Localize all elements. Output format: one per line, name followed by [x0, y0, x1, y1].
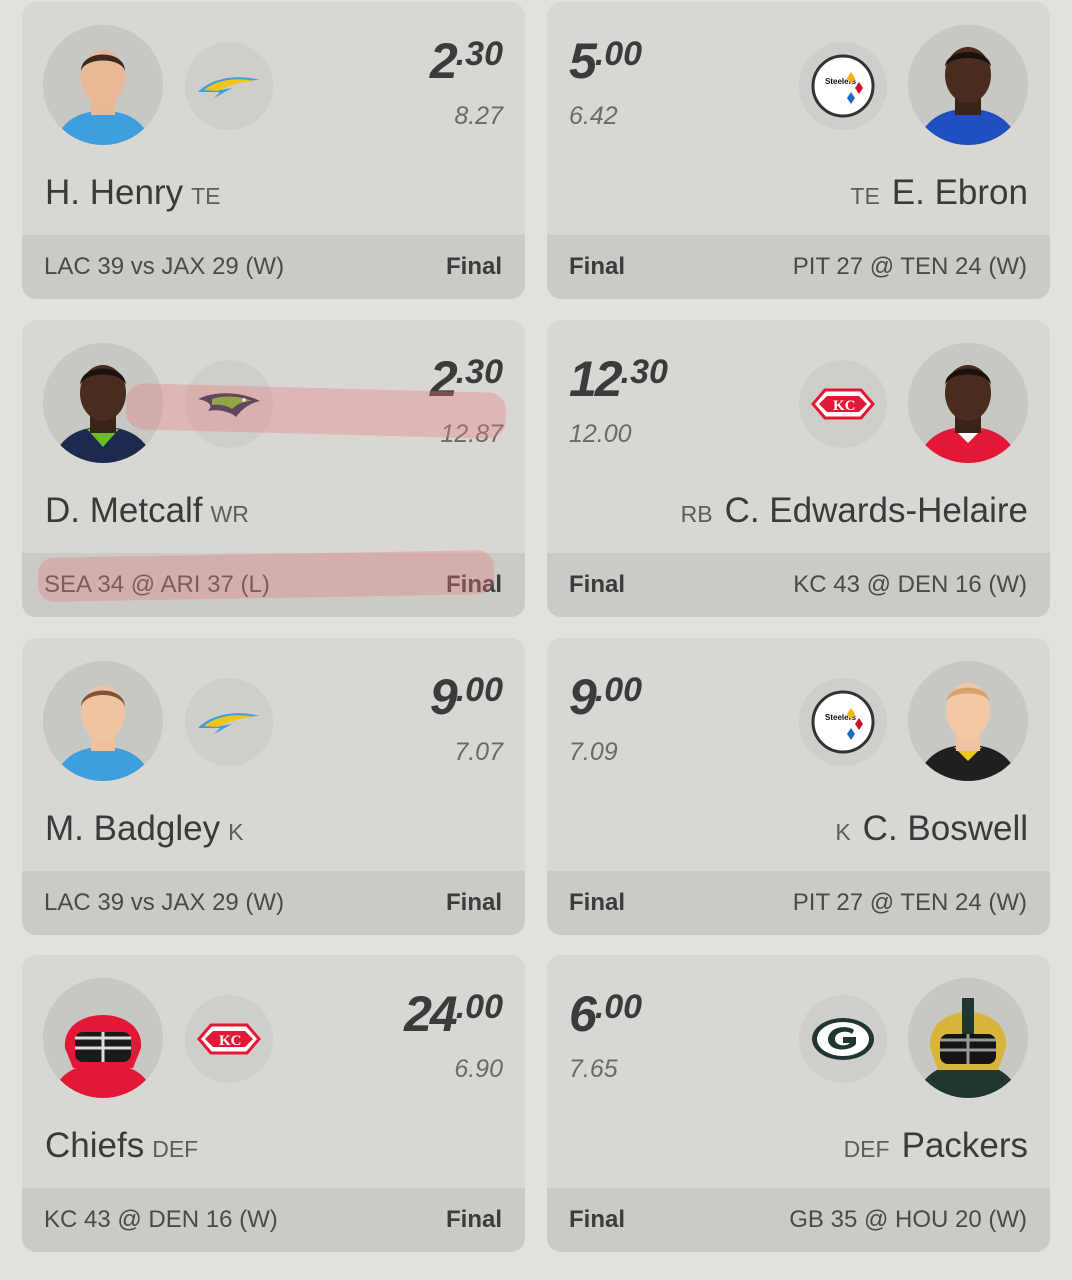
player-position: K: [228, 819, 244, 845]
projected-points: 8.27: [454, 102, 503, 130]
game-result-bar: Final GB 35 @ HOU 20 (W): [547, 1188, 1050, 1252]
player-position: WR: [210, 501, 249, 527]
player-card-henry[interactable]: 2.30 8.27 H. Henry TE LAC 39 vs JAX 29 (W…: [22, 2, 525, 299]
fantasy-points: 9.00: [429, 669, 503, 725]
game-status: Final: [569, 889, 626, 916]
player-name: RB C. Edwards-Helaire: [680, 491, 1028, 530]
fantasy-points: 12.30: [569, 351, 668, 407]
player-avatar: [43, 343, 163, 463]
fantasy-points: 9.00: [569, 669, 643, 725]
game-result: LAC 39 vs JAX 29 (W): [44, 253, 285, 280]
player-name: H. Henry TE: [45, 173, 221, 212]
game-result-bar: KC 43 @ DEN 16 (W) Final: [22, 1188, 525, 1252]
chargers-logo-icon: [185, 678, 273, 766]
fantasy-points: 24.00: [404, 986, 503, 1042]
projected-points: 12.87: [440, 420, 503, 448]
game-result-bar: Final PIT 27 @ TEN 24 (W): [547, 871, 1050, 935]
player-position: DEF: [843, 1136, 890, 1162]
svg-text:KC: KC: [833, 398, 856, 414]
packers-logo-icon: [799, 995, 887, 1083]
player-position: TE: [850, 183, 880, 209]
fantasy-points: 6.00: [569, 986, 643, 1042]
player-avatar: [908, 661, 1028, 781]
helmet-avatar: [908, 978, 1028, 1098]
chiefs-logo-icon: KC: [185, 995, 273, 1083]
player-avatar: [908, 25, 1028, 145]
game-status: Final: [445, 253, 502, 280]
game-result: KC 43 @ DEN 16 (W): [44, 1206, 278, 1233]
game-status: Final: [445, 889, 502, 916]
projected-points: 12.00: [569, 420, 632, 448]
player-card-chiefs-def[interactable]: KC 24.00 6.90 Chiefs DEF KC 43 @ DEN 16 (…: [22, 955, 525, 1252]
player-avatar: [43, 25, 163, 145]
steelers-logo-icon: Steelers: [799, 678, 887, 766]
chiefs-logo-icon: KC: [799, 360, 887, 448]
player-name: Chiefs DEF: [45, 1126, 199, 1165]
game-result-bar: Final KC 43 @ DEN 16 (W): [547, 553, 1050, 617]
player-avatar: [908, 343, 1028, 463]
projected-points: 7.09: [569, 738, 618, 766]
player-card-metcalf[interactable]: 2.30 12.87 D. Metcalf WR SEA 34 @ ARI 37 …: [22, 320, 525, 617]
projected-points: 7.07: [454, 738, 503, 766]
game-result: GB 35 @ HOU 20 (W): [789, 1206, 1027, 1233]
player-name: M. Badgley K: [45, 809, 244, 848]
player-position: K: [835, 819, 851, 845]
player-card-boswell[interactable]: Steelers 9.00 7.09 K C. Boswell Final PIT …: [547, 638, 1050, 935]
svg-text:KC: KC: [219, 1033, 242, 1049]
game-result-bar: LAC 39 vs JAX 29 (W) Final: [22, 235, 525, 299]
player-name: DEF Packers: [843, 1126, 1028, 1165]
game-result: KC 43 @ DEN 16 (W): [793, 571, 1027, 598]
game-status: Final: [445, 1206, 502, 1233]
game-result-bar: Final PIT 27 @ TEN 24 (W): [547, 235, 1050, 299]
game-status: Final: [569, 253, 626, 280]
game-result-bar: SEA 34 @ ARI 37 (L) Final: [22, 553, 525, 617]
player-card-packers-def[interactable]: 6.00 7.65 DEF Packers Final GB 35 @ HOU 20…: [547, 955, 1050, 1252]
game-result: PIT 27 @ TEN 24 (W): [792, 889, 1027, 916]
player-card-badgley[interactable]: 9.00 7.07 M. Badgley K LAC 39 vs JAX 29 (…: [22, 638, 525, 935]
player-avatar: [43, 661, 163, 781]
fantasy-points: 5.00: [569, 33, 643, 89]
player-position: RB: [680, 501, 713, 527]
player-card-edwards-helaire[interactable]: KC 12.30 12.00 RB C. Edwards-Helaire Fina…: [547, 320, 1050, 617]
player-name: D. Metcalf WR: [45, 491, 249, 530]
game-result: LAC 39 vs JAX 29 (W): [44, 889, 285, 916]
player-card-ebron[interactable]: Steelers 5.00 6.42 TE E. Ebron Final PIT 2…: [547, 2, 1050, 299]
player-name: K C. Boswell: [835, 809, 1028, 848]
game-status: Final: [445, 571, 502, 598]
steelers-logo-icon: Steelers: [799, 42, 887, 130]
projected-points: 7.65: [569, 1055, 618, 1083]
seahawks-logo-icon: [185, 360, 273, 448]
fantasy-points: 2.30: [429, 351, 503, 407]
game-result: SEA 34 @ ARI 37 (L): [44, 571, 270, 598]
game-result: PIT 27 @ TEN 24 (W): [792, 253, 1027, 280]
projected-points: 6.42: [569, 102, 618, 130]
projected-points: 6.90: [454, 1055, 503, 1083]
helmet-avatar: [43, 978, 163, 1098]
player-position: TE: [191, 183, 221, 209]
fantasy-points: 2.30: [429, 33, 503, 89]
chargers-logo-icon: [185, 42, 273, 130]
game-result-bar: LAC 39 vs JAX 29 (W) Final: [22, 871, 525, 935]
player-name: TE E. Ebron: [850, 173, 1028, 212]
game-status: Final: [569, 571, 626, 598]
game-status: Final: [569, 1206, 626, 1233]
player-position: DEF: [152, 1136, 199, 1162]
